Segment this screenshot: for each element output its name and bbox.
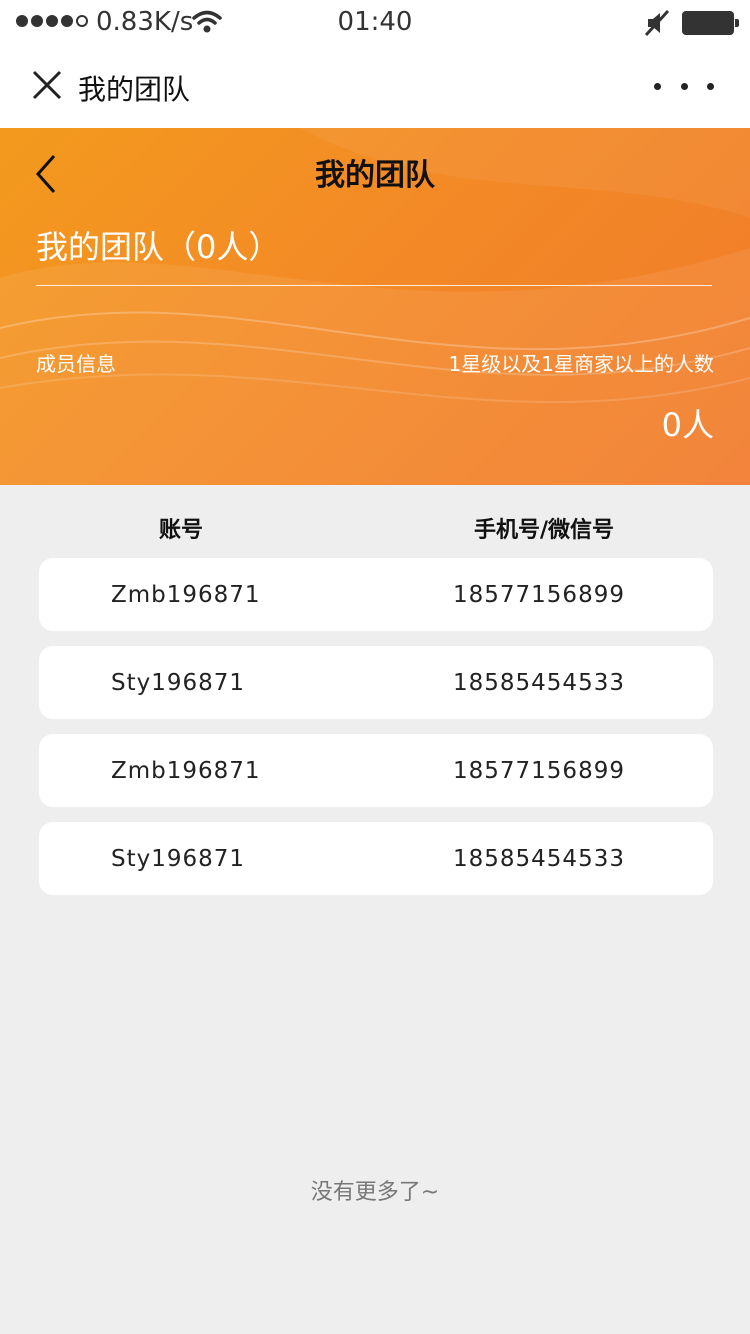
- member-list: Zmb196871 18577156899 Sty196871 18585454…: [39, 558, 713, 910]
- table-row[interactable]: Zmb196871 18577156899: [39, 558, 713, 631]
- account-cell: Sty196871: [111, 846, 246, 872]
- no-more-text: 没有更多了~: [310, 1180, 440, 1205]
- clock: 01:40: [337, 7, 413, 37]
- mute-icon: [644, 9, 670, 37]
- divider: [36, 285, 712, 286]
- table-header: 账号 手机号/微信号: [0, 508, 750, 544]
- team-count: 我的团队（0人）: [36, 228, 281, 266]
- team-summary-header: 我的团队 我的团队（0人） 成员信息 1星级以及1星商家以上的人数 0人: [0, 128, 750, 485]
- column-header-phone: 手机号/微信号: [473, 518, 615, 543]
- dot-icon: [654, 82, 661, 90]
- page-title: 我的团队: [315, 158, 435, 193]
- nav-title: 我的团队: [78, 73, 191, 106]
- phone-cell: 18585454533: [453, 846, 625, 872]
- phone-cell: 18577156899: [453, 758, 625, 784]
- account-cell: Zmb196871: [111, 582, 261, 608]
- table-row[interactable]: Zmb196871 18577156899: [39, 734, 713, 807]
- battery-icon: [682, 11, 739, 35]
- phone-cell: 18577156899: [453, 582, 625, 608]
- star-merchant-count: 0人: [661, 406, 714, 444]
- status-bar: 0.83K/s 01:40: [0, 0, 750, 46]
- member-info-label: 成员信息: [36, 352, 116, 376]
- column-header-account: 账号: [158, 518, 203, 543]
- dot-icon: [707, 82, 714, 90]
- table-row[interactable]: Sty196871 18585454533: [39, 822, 713, 895]
- account-cell: Sty196871: [111, 670, 246, 696]
- account-cell: Zmb196871: [111, 758, 261, 784]
- dot-icon: [680, 82, 688, 90]
- top-nav-bar: 我的团队: [0, 46, 750, 128]
- more-options-button[interactable]: [648, 66, 720, 106]
- star-merchant-label: 1星级以及1星商家以上的人数: [448, 352, 714, 376]
- table-row[interactable]: Sty196871 18585454533: [39, 646, 713, 719]
- phone-cell: 18585454533: [453, 670, 625, 696]
- close-icon[interactable]: [28, 66, 68, 106]
